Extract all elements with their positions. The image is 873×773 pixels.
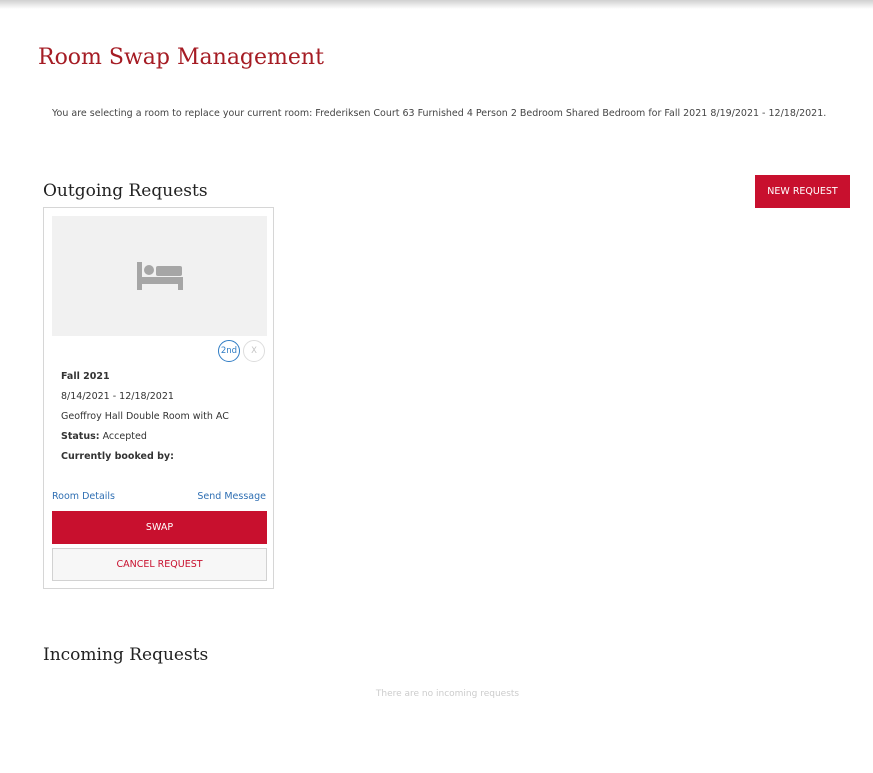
swap-button[interactable]: SWAP [52, 511, 267, 544]
term-label: Fall 2021 [61, 371, 110, 382]
status-value: Accepted [102, 431, 147, 442]
room-image-placeholder [52, 216, 267, 336]
send-message-link[interactable]: Send Message [197, 491, 266, 502]
bed-icon [136, 262, 183, 290]
status-line: Status: Accepted [61, 427, 266, 447]
request-details: Fall 2021 8/14/2021 - 12/18/2021 Geoffro… [61, 367, 266, 467]
page-title: Room Swap Management [38, 45, 324, 70]
request-card: 2nd X Fall 2021 8/14/2021 - 12/18/2021 G… [43, 207, 274, 589]
status-label: Status: [61, 431, 100, 442]
outgoing-requests-title: Outgoing Requests [43, 181, 208, 201]
date-range: 8/14/2021 - 12/18/2021 [61, 391, 174, 402]
incoming-empty-message: There are no incoming requests [375, 689, 520, 699]
rank-badge: 2nd [218, 340, 240, 362]
top-shadow [0, 0, 873, 9]
room-name: Geoffroy Hall Double Room with AC [61, 411, 229, 422]
incoming-requests-title: Incoming Requests [43, 645, 209, 665]
booked-by-label: Currently booked by: [61, 451, 174, 462]
cancel-request-button[interactable]: CANCEL REQUEST [52, 548, 267, 581]
intro-message: You are selecting a room to replace your… [52, 108, 827, 119]
room-details-link[interactable]: Room Details [52, 491, 115, 502]
remove-request-icon[interactable]: X [243, 340, 265, 362]
new-request-button[interactable]: NEW REQUEST [755, 175, 850, 208]
